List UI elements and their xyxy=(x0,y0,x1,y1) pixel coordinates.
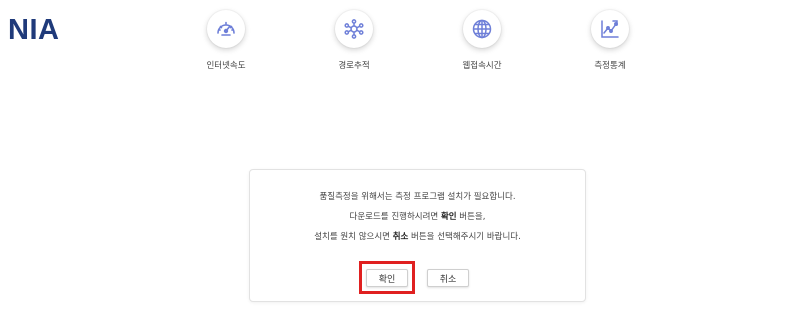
nav-route-trace[interactable]: 경로추적 xyxy=(314,10,394,71)
dialog-line2-text: 다운로드를 진행하시려면 xyxy=(349,212,441,222)
cancel-button[interactable]: 취소 xyxy=(427,269,469,287)
nia-logo[interactable]: NIA xyxy=(8,14,59,47)
confirm-button[interactable]: 확인 xyxy=(366,269,408,287)
globe-icon[interactable] xyxy=(463,10,501,48)
dialog-line2-confirm-emphasis: 확인 xyxy=(440,212,457,222)
dialog-line3-text-end: 버튼을 선택해주시기 바랍니다. xyxy=(408,232,521,242)
nav-route-trace-label: 경로추적 xyxy=(338,61,370,71)
install-dialog: 품질측정을 위해서는 측정 프로그램 설치가 필요합니다. 다운로드를 진행하시… xyxy=(249,169,586,302)
nav-measurement-stats[interactable]: 측정통계 xyxy=(570,10,650,71)
nav-web-access-time[interactable]: 웹접속시간 xyxy=(442,10,522,71)
nav-internet-speed-label: 인터넷속도 xyxy=(206,61,246,71)
nav-internet-speed[interactable]: 인터넷속도 xyxy=(186,10,266,71)
nav-web-access-time-label: 웹접속시간 xyxy=(462,61,502,71)
dialog-message-line3: 설치를 원치 않으시면 취소 버튼을 선택해주시기 바랍니다. xyxy=(250,230,585,242)
dialog-line3-cancel-emphasis: 취소 xyxy=(392,232,409,242)
dialog-line2-text-end: 버튼을, xyxy=(456,212,486,222)
speedometer-icon[interactable] xyxy=(207,10,245,48)
dialog-line3-text: 설치를 원치 않으시면 xyxy=(314,232,393,242)
route-network-icon[interactable] xyxy=(335,10,373,48)
nav-measurement-stats-label: 측정통계 xyxy=(594,61,626,71)
statistics-chart-icon[interactable] xyxy=(591,10,629,48)
dialog-message-line1: 품질측정을 위해서는 측정 프로그램 설치가 필요합니다. xyxy=(319,192,516,202)
dialog-message-line2: 다운로드를 진행하시려면 확인 버튼을, xyxy=(250,210,585,222)
